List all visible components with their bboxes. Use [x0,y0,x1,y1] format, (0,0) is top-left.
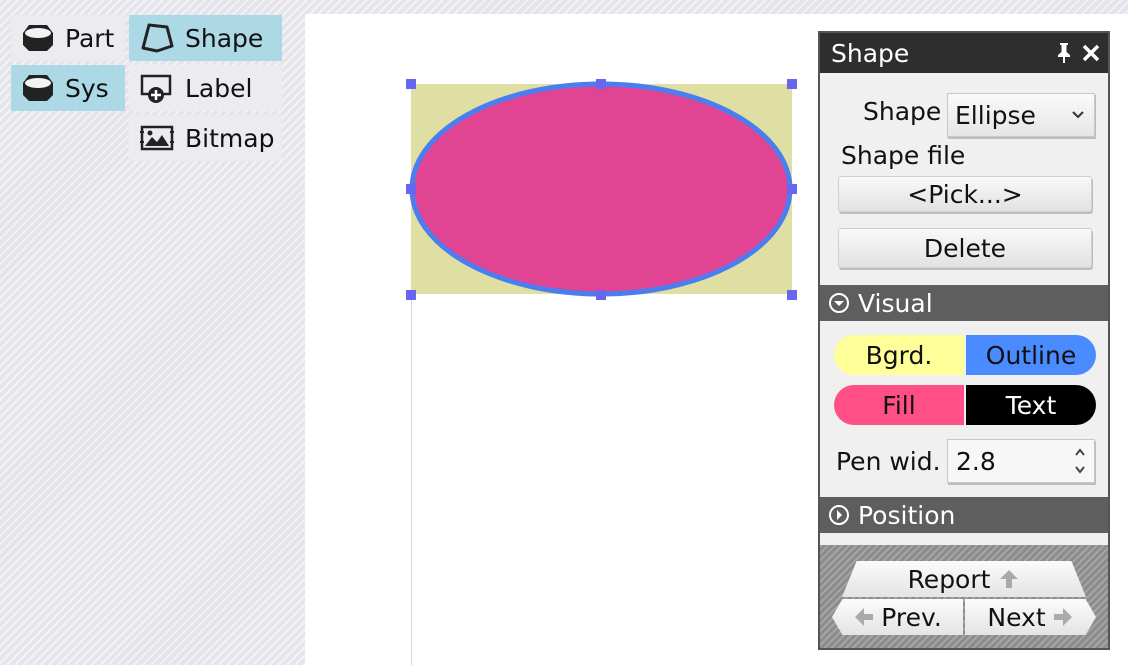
pen-width-stepper[interactable]: 2.8 [947,439,1095,483]
fill-color-button[interactable]: Fill [834,385,964,425]
background-color-button[interactable]: Bgrd. [834,335,964,375]
palette-sys-label: Sys [65,73,109,103]
visual-section-header[interactable]: Visual [820,285,1108,321]
resize-handle-bottom-left[interactable] [406,290,416,300]
resize-handle-top-left[interactable] [406,79,416,89]
resize-handle-bottom-right[interactable] [787,290,797,300]
delete-button[interactable]: Delete [838,228,1092,268]
resize-handle-top-right[interactable] [787,79,797,89]
text-color-button[interactable]: Text [966,385,1096,425]
pen-width-value: 2.8 [956,446,996,476]
palette-shape-label: Shape [185,23,264,53]
resize-handle-bottom[interactable] [596,290,606,300]
next-button[interactable]: Next [965,599,1096,635]
arrow-up-icon [1000,570,1019,588]
shape-type-select[interactable]: Ellipse [947,93,1095,137]
collapse-icon [829,293,849,313]
visual-section-label: Visual [858,288,933,318]
palette-shape-button[interactable]: Shape [129,15,282,61]
report-button[interactable]: Report [842,561,1086,597]
palette-label-label: Label [185,73,253,103]
position-section-label: Position [858,500,956,530]
palette-label-button[interactable]: Label [129,65,282,111]
ellipse-shape[interactable] [409,81,793,297]
report-label: Report [907,564,991,594]
palette-bitmap-button[interactable]: Bitmap [129,115,282,161]
bitmap-icon [140,125,174,151]
navigation-area: Report Prev. Next [820,545,1108,648]
panel-title: Shape [831,38,910,68]
arrow-left-icon [855,608,874,626]
prev-button[interactable]: Prev. [832,599,963,635]
palette-part-button[interactable]: Part [11,15,125,61]
arrow-right-icon [1053,608,1072,626]
outline-color-button[interactable]: Outline [966,335,1096,375]
pick-shape-file-button[interactable]: <Pick...> [838,176,1092,212]
palette-bitmap-label: Bitmap [185,123,275,153]
palette-part-label: Part [65,23,115,53]
resize-handle-top[interactable] [596,79,606,89]
shape-properties-panel: Shape Shape Ellipse Shape file <Pick...>… [818,31,1110,650]
chevron-down-icon [1072,111,1084,119]
panel-header: Shape [820,33,1108,73]
add-label-icon [140,74,172,103]
next-label: Next [987,602,1046,632]
resize-handle-right[interactable] [787,184,797,194]
position-section-header[interactable]: Position [820,497,1108,533]
resize-handle-left[interactable] [406,184,416,194]
pen-width-label: Pen wid. [836,447,941,476]
shape-type-value: Ellipse [955,100,1036,130]
system-icon [23,75,53,101]
expand-icon [829,505,849,525]
shape-file-label: Shape file [841,141,966,170]
part-icon [23,25,53,51]
pin-icon[interactable] [1056,42,1072,64]
palette-sys-button[interactable]: Sys [11,65,125,111]
shape-type-label: Shape [863,97,942,126]
polygon-shape-icon [141,23,174,53]
close-icon[interactable] [1082,44,1100,62]
prev-label: Prev. [881,602,942,632]
spin-arrows-icon[interactable] [1074,446,1086,476]
